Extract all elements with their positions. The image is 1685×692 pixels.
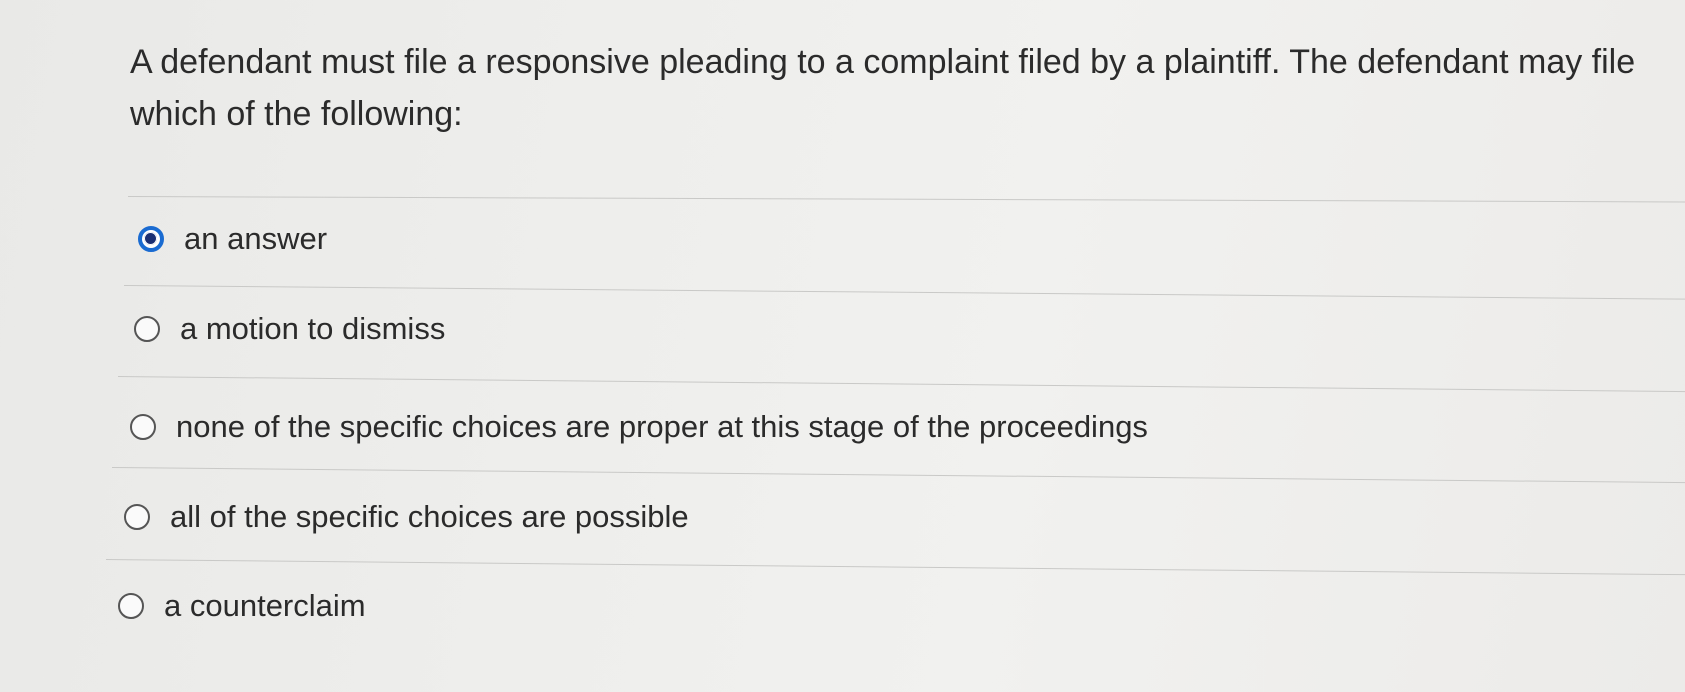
- option-label: a motion to dismiss: [180, 311, 446, 346]
- option-label: all of the specific choices are possible: [170, 499, 689, 534]
- option-label: a counterclaim: [164, 588, 366, 623]
- answer-options: an answer a motion to dismiss none of th…: [0, 0, 1685, 692]
- option-counterclaim[interactable]: a counterclaim: [118, 586, 366, 626]
- radio-unselected-icon[interactable]: [118, 593, 144, 619]
- option-none-proper[interactable]: none of the specific choices are proper …: [130, 407, 1148, 447]
- option-divider: [123, 285, 1685, 300]
- option-an-answer[interactable]: an answer: [138, 219, 327, 259]
- option-all-possible[interactable]: all of the specific choices are possible: [124, 497, 689, 537]
- radio-selected-icon[interactable]: [138, 226, 164, 252]
- radio-unselected-icon[interactable]: [124, 504, 150, 530]
- option-divider: [117, 376, 1685, 393]
- option-divider: [105, 559, 1685, 576]
- option-divider: [127, 196, 1685, 203]
- option-label: none of the specific choices are proper …: [176, 409, 1148, 444]
- option-motion-to-dismiss[interactable]: a motion to dismiss: [134, 309, 445, 349]
- option-label: an answer: [184, 221, 328, 256]
- radio-unselected-icon[interactable]: [134, 316, 160, 342]
- radio-unselected-icon[interactable]: [130, 414, 156, 440]
- option-divider: [111, 467, 1685, 484]
